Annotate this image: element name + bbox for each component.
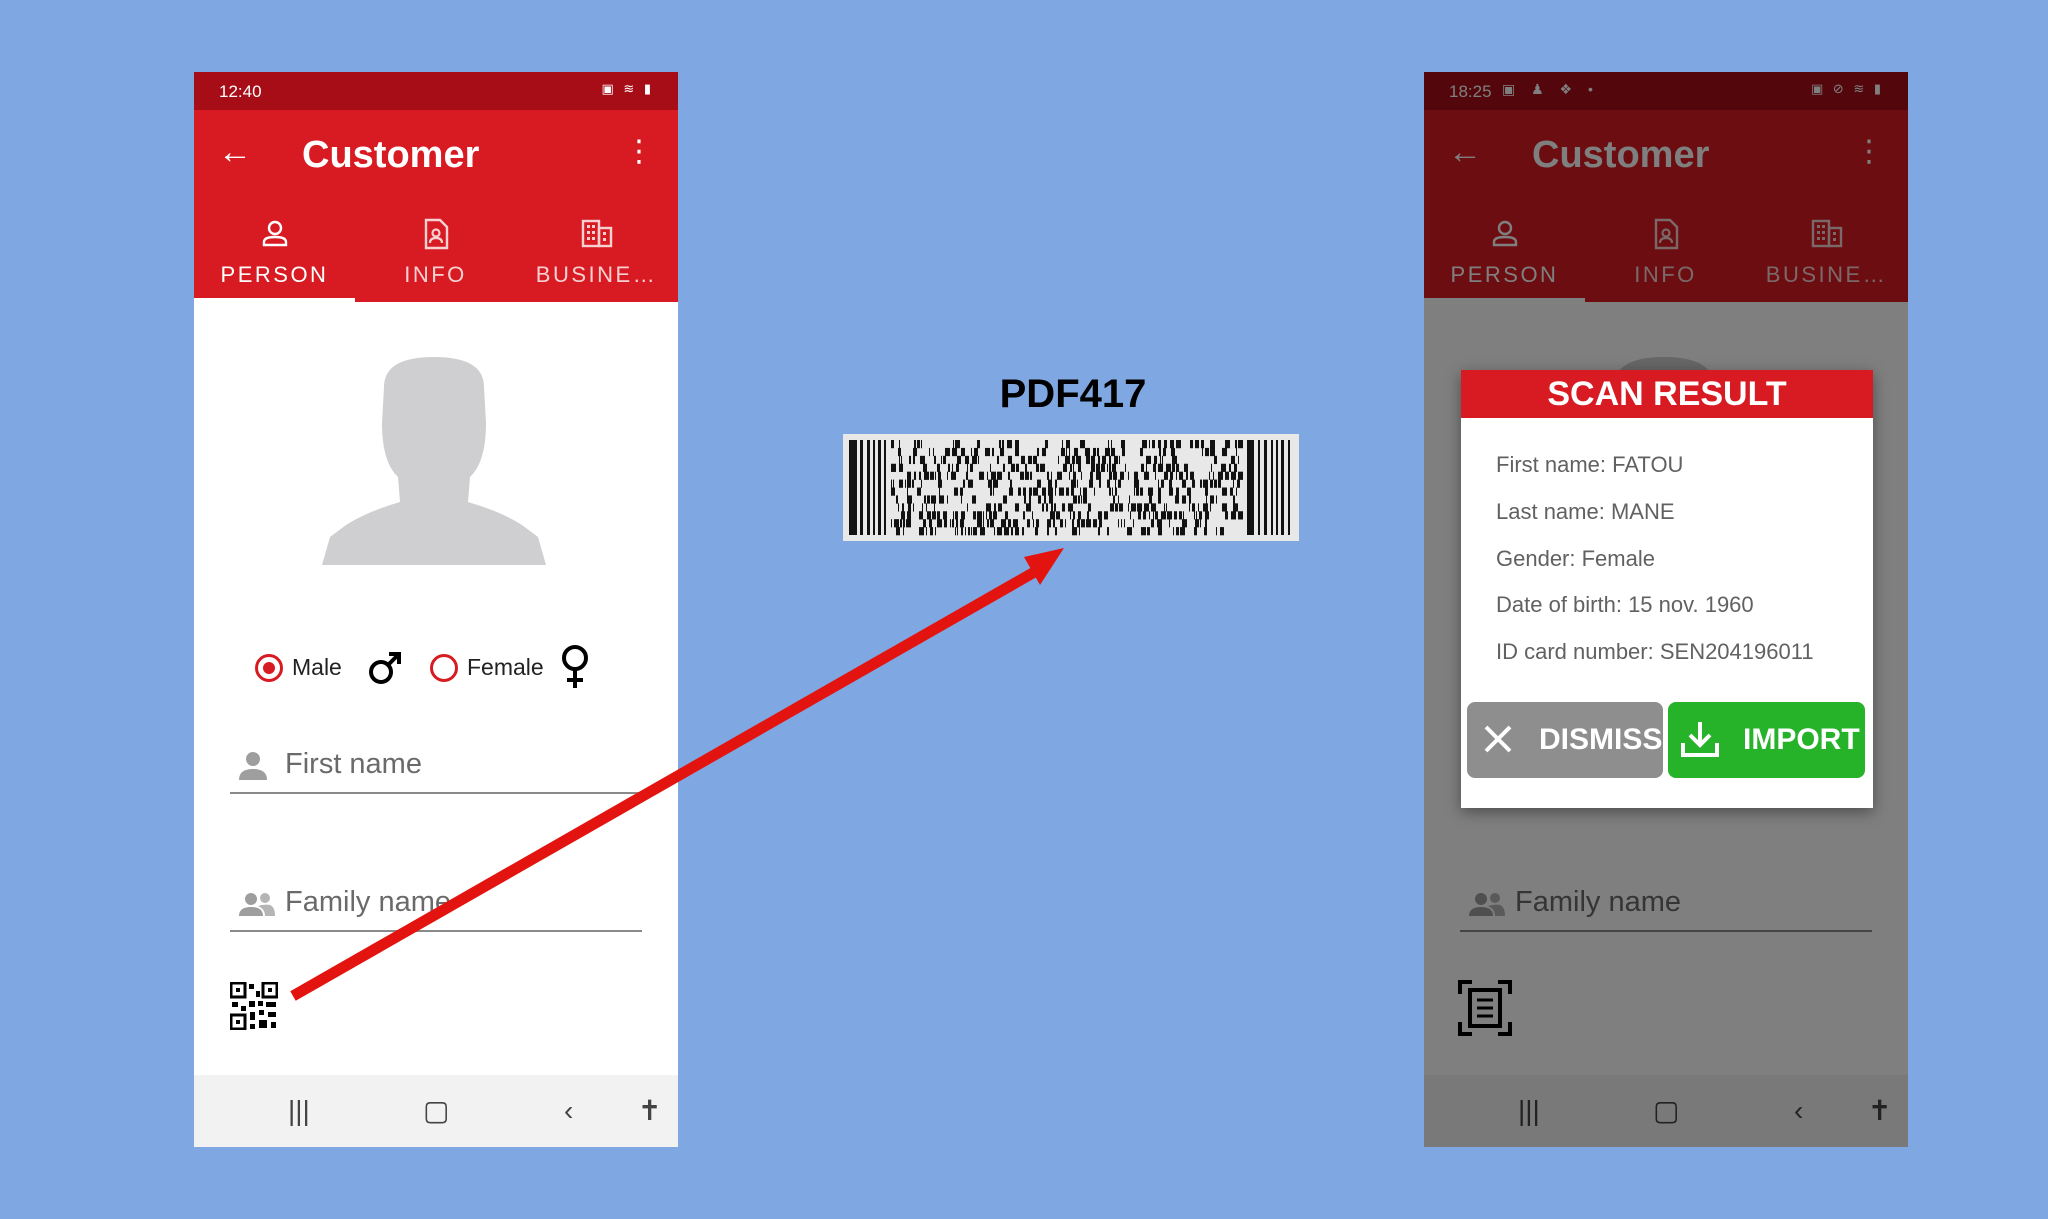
male-radio[interactable] — [255, 654, 283, 682]
app-bar: ← Customer ⋮ — [194, 110, 678, 200]
gender-selector: Male Female — [255, 645, 635, 690]
import-button[interactable]: IMPORT — [1668, 702, 1865, 778]
close-icon — [1484, 725, 1512, 753]
family-name-field[interactable]: Family name — [230, 876, 642, 932]
person-icon — [194, 218, 355, 254]
nav-back-icon[interactable]: ‹ — [564, 1093, 573, 1129]
qr-code-icon[interactable] — [229, 981, 280, 1032]
import-label: IMPORT — [1743, 723, 1860, 756]
male-symbol-icon — [369, 652, 401, 684]
home-icon[interactable]: ▢ — [423, 1093, 449, 1129]
pdf417-barcode — [843, 434, 1299, 541]
system-status-icons: ▣ ≋ ▮ — [601, 81, 654, 96]
result-date-of-birth: Date of birth: 15 nov. 1960 — [1496, 592, 1754, 617]
avatar-placeholder[interactable] — [322, 357, 546, 565]
tab-business[interactable]: BUSINE… — [516, 200, 677, 302]
female-label: Female — [467, 654, 544, 680]
overflow-menu-icon[interactable]: ⋮ — [624, 134, 654, 170]
download-icon — [1681, 722, 1719, 757]
first-name-field[interactable]: First name — [230, 738, 642, 794]
dismiss-button[interactable]: DISMISS — [1467, 702, 1663, 778]
page-title: Customer — [302, 134, 480, 176]
people-icon — [239, 893, 275, 916]
tab-info-label: INFO — [404, 262, 467, 287]
result-gender: Gender: Female — [1496, 546, 1655, 571]
scan-result-dialog: SCAN RESULT First name: FATOU Last name:… — [1461, 370, 1873, 808]
status-time: 12:40 — [219, 82, 262, 101]
family-name-placeholder: Family name — [285, 886, 451, 918]
dismiss-label: DISMISS — [1539, 723, 1663, 756]
barcode-title: PDF417 — [999, 372, 1147, 416]
result-first-name: First name: FATOU — [1496, 452, 1684, 477]
result-id-card-number: ID card number: SEN204196011 — [1496, 639, 1814, 664]
phone-screen-after-scan: 18:25 ▣ ♟ ❖ • ▣ ⊘ ≋ ▮ ← Customer ⋮ PERSO… — [1424, 72, 1908, 1147]
status-bar: 12:40 ▣ ≋ ▮ — [194, 72, 678, 110]
phone-screen-before-scan: 12:40 ▣ ≋ ▮ ← Customer ⋮ PERSON INFO BUS… — [194, 72, 678, 1147]
male-label: Male — [292, 654, 342, 680]
first-name-placeholder: First name — [285, 748, 422, 780]
dialog-title: SCAN RESULT — [1461, 370, 1873, 418]
back-arrow-icon[interactable]: ← — [218, 132, 252, 172]
system-navigation-bar: ||| ▢ ‹ ✝ — [194, 1075, 678, 1147]
tab-person[interactable]: PERSON — [194, 200, 355, 302]
accessibility-icon[interactable]: ✝ — [638, 1093, 661, 1129]
female-symbol-icon — [562, 645, 588, 688]
recent-apps-icon[interactable]: ||| — [288, 1093, 310, 1129]
building-icon — [516, 218, 677, 254]
female-radio[interactable] — [430, 654, 458, 682]
result-last-name: Last name: MANE — [1496, 499, 1675, 524]
contact-card-icon — [355, 218, 516, 254]
tab-person-label: PERSON — [220, 262, 329, 287]
tab-info[interactable]: INFO — [355, 200, 516, 302]
active-tab-indicator — [194, 298, 355, 302]
tab-business-label: BUSINE… — [535, 262, 658, 287]
tab-bar: PERSON INFO BUSINE… — [194, 200, 678, 302]
person-icon — [239, 752, 267, 780]
